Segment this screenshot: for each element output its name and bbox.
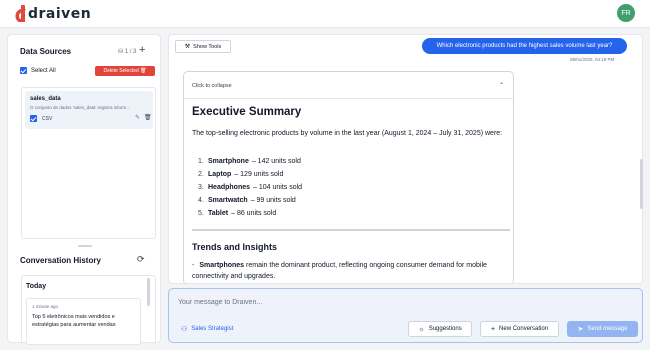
chevron-up-icon[interactable]: ⌃ (499, 82, 504, 89)
pencil-icon[interactable]: ✎ (135, 114, 140, 121)
product-name: Headphones (208, 184, 251, 191)
answer-intro: The top-selling electronic products by v… (192, 130, 503, 137)
send-icon: ➤ (577, 326, 584, 333)
chat-scrollbar[interactable] (640, 159, 643, 209)
product-detail: – 99 units sold (250, 197, 296, 204)
product-detail: – 129 units sold (234, 171, 284, 178)
brand-name: draiven (28, 5, 92, 22)
left-sidebar: Data Sources ⛁ 1 / 3 + Select All Delete… (7, 34, 161, 345)
data-source-checkbox[interactable] (30, 115, 37, 122)
list-item-number: 3. (198, 184, 204, 191)
list-item: 2. Laptop – 129 units sold (198, 171, 498, 184)
delete-selected-button[interactable]: Delete Selected 🗑 (95, 66, 155, 76)
product-detail: – 104 units sold (253, 184, 303, 191)
insight-bold: Smartphones (199, 262, 245, 269)
collapse-toggle[interactable]: Click to collapse (192, 83, 232, 89)
message-composer: ⚇ Sales Strategist ☼ Suggestions + New C… (168, 288, 643, 343)
draiven-logo[interactable]: draiven (12, 5, 91, 22)
answer-subheading: Trends and Insights (192, 242, 278, 252)
data-source-type: CSV (42, 116, 53, 122)
checkbox-checked-icon[interactable] (20, 67, 27, 74)
conversation-history-title: Conversation History (20, 256, 101, 265)
user-avatar[interactable]: FR (617, 4, 635, 22)
data-source-name: sales_data (30, 96, 61, 102)
history-scrollbar[interactable] (147, 278, 150, 306)
list-item-number: 1. (198, 158, 204, 165)
product-name: Smartwatch (208, 197, 248, 204)
logo-mark-icon (15, 5, 26, 22)
section-divider (192, 229, 510, 231)
product-detail: – 142 units sold (251, 158, 301, 165)
message-timestamp: 08/01/2025, 04:19 PM (570, 57, 615, 62)
product-name: Smartphone (208, 158, 249, 165)
suggestions-label: Suggestions (428, 326, 462, 332)
data-source-count-value: 1 / 3 (124, 49, 137, 55)
list-item: 3. Headphones – 104 units sold (198, 184, 498, 197)
product-name: Tablet (208, 210, 229, 217)
conversation-history-list: Today 1 minute ago Top 5 eletrônicos mai… (21, 275, 156, 345)
data-source-item[interactable]: sales_data O conjunto de dados 'sales_da… (25, 91, 153, 129)
add-data-source-icon[interactable]: + (139, 44, 145, 56)
divider (184, 98, 513, 99)
data-source-description: O conjunto de dados 'sales_data' registr… (30, 105, 131, 110)
trash-icon: 🗑 (140, 68, 147, 74)
list-item-number: 4. (198, 197, 204, 204)
user-message-bubble: Which electronic products had the highes… (422, 38, 627, 54)
top-bar: draiven FR (0, 0, 650, 28)
bullet-icon: - (192, 262, 195, 269)
delete-selected-label: Delete Selected (103, 68, 139, 74)
history-item-time: 1 minute ago (32, 304, 59, 309)
select-all-label: Select All (31, 67, 56, 74)
resize-handle[interactable] (78, 245, 92, 247)
database-icon: ⛁ (118, 49, 124, 55)
assistant-answer-card: Click to collapse ⌃ Executive Summary Th… (183, 71, 514, 285)
lightbulb-icon: ☼ (418, 325, 425, 333)
send-label: Send message (587, 326, 628, 332)
trash-icon[interactable]: 🗑 (144, 114, 152, 121)
history-group-label: Today (26, 283, 47, 290)
refresh-icon[interactable]: ⟳ (137, 254, 145, 265)
send-message-button[interactable]: ➤ Send message (567, 321, 638, 337)
data-source-count: ⛁ 1 / 3 (118, 48, 136, 55)
history-item[interactable]: 1 minute ago Top 5 eletrônicos mais vend… (26, 298, 141, 345)
data-sources-title: Data Sources (20, 47, 72, 56)
show-tools-button[interactable]: ⚒ Show Tools (175, 40, 231, 53)
product-name: Laptop (208, 171, 232, 178)
list-item-number: 2. (198, 171, 204, 178)
list-item: 5. Tablet – 86 units sold (198, 210, 498, 223)
data-source-list: sales_data O conjunto de dados 'sales_da… (21, 87, 156, 239)
plus-icon: + (490, 325, 496, 333)
list-item: 1. Smartphone – 142 units sold (198, 158, 498, 171)
list-item: 4. Smartwatch – 99 units sold (198, 197, 498, 210)
role-label: Sales Strategist (191, 326, 234, 332)
show-tools-label: Show Tools (193, 43, 222, 50)
select-all-checkbox[interactable]: Select All (20, 67, 56, 74)
answer-heading: Executive Summary (192, 106, 302, 118)
ranked-products-list: 1. Smartphone – 142 units sold 2. Laptop – 1… (198, 158, 498, 223)
history-item-title: Top 5 eletrônicos mais vendidos e estrat… (32, 314, 116, 328)
role-selector[interactable]: ⚇ Sales Strategist (181, 325, 233, 333)
list-item-number: 5. (198, 210, 204, 217)
insight-bullet: - Smartphones remain the dominant product… (192, 261, 512, 282)
new-conversation-label: New Conversation (499, 326, 549, 332)
message-input[interactable] (178, 296, 618, 308)
chat-panel: ⚒ Show Tools Which electronic products h… (168, 34, 643, 285)
product-detail: – 86 units sold (231, 210, 277, 217)
user-icon: ⚇ (181, 326, 188, 333)
new-conversation-button[interactable]: + New Conversation (480, 321, 559, 337)
tools-icon: ⚒ (184, 44, 191, 50)
suggestions-button[interactable]: ☼ Suggestions (408, 321, 472, 337)
